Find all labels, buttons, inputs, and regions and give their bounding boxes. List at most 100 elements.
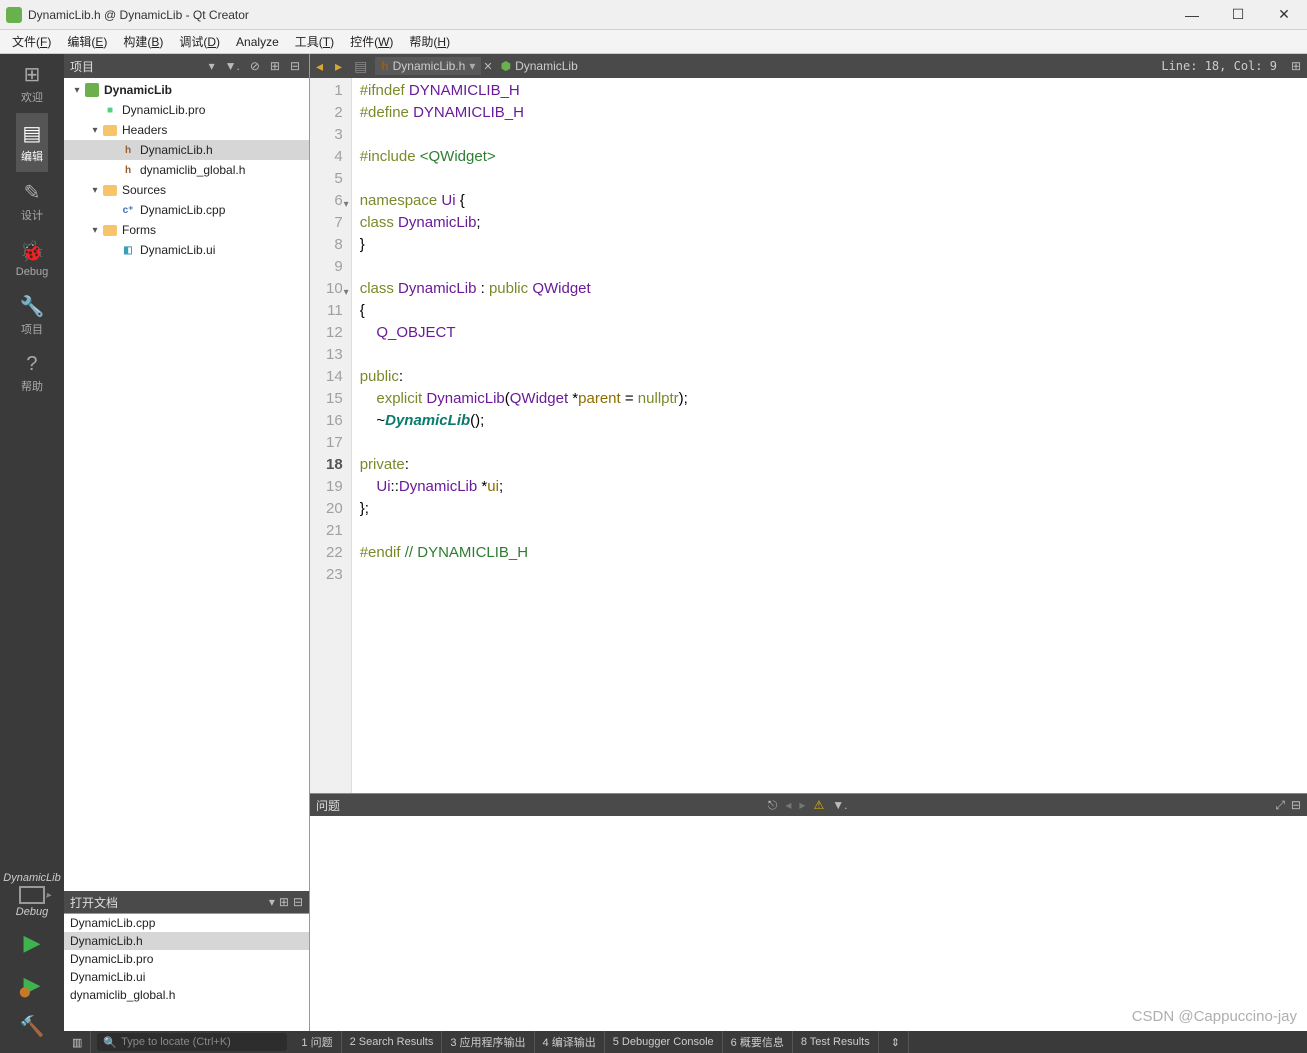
tree-node[interactable]: ▾Sources	[64, 180, 309, 200]
file-tab[interactable]: h DynamicLib.h ▾	[375, 57, 481, 75]
code-line[interactable]	[360, 344, 688, 366]
run-button[interactable]: ▶	[24, 930, 41, 956]
line-number-gutter[interactable]: 123456▾78910▾11121314151617181920212223	[310, 78, 352, 793]
add-split-icon[interactable]: ⊞	[279, 895, 289, 909]
code-line[interactable]: explicit DynamicLib(QWidget *parent = nu…	[360, 388, 688, 410]
line-number[interactable]: 11	[326, 300, 343, 322]
line-number[interactable]: 3	[326, 124, 343, 146]
nav-forward-button[interactable]: ▸	[329, 58, 348, 75]
code-line[interactable]: public:	[360, 366, 688, 388]
toggle-sidebar-button[interactable]: ▥	[64, 1031, 91, 1053]
line-number[interactable]: 12	[326, 322, 343, 344]
line-number[interactable]: 22	[326, 542, 343, 564]
menu-item[interactable]: 文件(F)	[4, 31, 59, 52]
warning-icon[interactable]: ⚠	[813, 798, 824, 812]
line-number[interactable]: 6▾	[326, 190, 343, 212]
open-documents-list[interactable]: DynamicLib.cppDynamicLib.hDynamicLib.pro…	[64, 913, 309, 1031]
tree-node[interactable]: c⁺DynamicLib.cpp	[64, 200, 309, 220]
pane-dropdown-icon[interactable]: ▾	[269, 895, 275, 909]
code-line[interactable]: };	[360, 498, 688, 520]
close-button[interactable]: ✕	[1261, 0, 1307, 30]
line-number[interactable]: 8	[326, 234, 343, 256]
tree-node[interactable]: hdynamiclib_global.h	[64, 160, 309, 180]
tab-close-icon[interactable]: ✕	[483, 60, 492, 73]
line-number[interactable]: 21	[326, 520, 343, 542]
mode-设计[interactable]: ✎设计	[16, 172, 48, 231]
code-line[interactable]	[360, 124, 688, 146]
tree-node[interactable]: hDynamicLib.h	[64, 140, 309, 160]
filter-icon[interactable]: ⎋	[768, 798, 778, 813]
open-doc-item[interactable]: dynamiclib_global.h	[64, 986, 309, 1004]
build-button[interactable]: 🔨	[20, 1014, 45, 1039]
output-tab[interactable]: 1 问题	[293, 1031, 341, 1053]
open-doc-item[interactable]: DynamicLib.ui	[64, 968, 309, 986]
line-number[interactable]: 14	[326, 366, 343, 388]
menu-item[interactable]: Analyze	[228, 33, 287, 51]
mode-欢迎[interactable]: ⊞欢迎	[16, 54, 48, 113]
output-tab[interactable]: 2 Search Results	[342, 1031, 443, 1053]
line-number[interactable]: 2	[326, 102, 343, 124]
code-line[interactable]	[360, 168, 688, 190]
run-debug-button[interactable]: ▶⬤	[24, 972, 41, 998]
nav-next-icon[interactable]: ▸	[799, 798, 805, 812]
close-pane-icon[interactable]: ⊟	[293, 895, 303, 909]
locator-input[interactable]: 🔍 Type to locate (Ctrl+K)	[97, 1033, 287, 1051]
menu-item[interactable]: 编辑(E)	[59, 31, 115, 52]
output-tab[interactable]: 4 编译输出	[535, 1031, 605, 1053]
code-line[interactable]: #ifndef DYNAMICLIB_H	[360, 80, 688, 102]
add-split-icon[interactable]: ⊞	[267, 59, 283, 73]
menu-item[interactable]: 控件(W)	[342, 31, 401, 52]
tree-node[interactable]: ▾Headers	[64, 120, 309, 140]
nav-back-button[interactable]: ◂	[310, 58, 329, 75]
line-number[interactable]: 5	[326, 168, 343, 190]
line-number[interactable]: 20	[326, 498, 343, 520]
kit-selector[interactable]: DynamicLib Debug	[3, 868, 60, 922]
line-number[interactable]: 9	[326, 256, 343, 278]
nav-menu-button[interactable]: ▤	[348, 58, 373, 75]
code-line[interactable]: #endif // DYNAMICLIB_H	[360, 542, 688, 564]
code-content[interactable]: #ifndef DYNAMICLIB_H#define DYNAMICLIB_H…	[352, 78, 696, 793]
menu-item[interactable]: 帮助(H)	[401, 31, 458, 52]
filter-funnel-icon[interactable]: ▼.	[832, 798, 847, 812]
mode-Debug[interactable]: 🐞Debug	[16, 231, 48, 286]
project-tree[interactable]: ▾DynamicLib■DynamicLib.pro▾HeadershDynam…	[64, 78, 309, 891]
code-line[interactable]: private:	[360, 454, 688, 476]
code-editor[interactable]: 123456▾78910▾11121314151617181920212223 …	[310, 78, 1307, 793]
line-number[interactable]: 1	[326, 80, 343, 102]
code-line[interactable]: ~DynamicLib();	[360, 410, 688, 432]
close-pane-icon[interactable]: ⊟	[287, 59, 303, 73]
mode-项目[interactable]: 🔧项目	[16, 286, 48, 345]
menu-item[interactable]: 构建(B)	[115, 31, 171, 52]
output-selector-icon[interactable]: ⇕	[883, 1031, 909, 1053]
code-line[interactable]	[360, 564, 688, 586]
minimize-button[interactable]: —	[1169, 0, 1215, 30]
code-line[interactable]: class DynamicLib;	[360, 212, 688, 234]
filter-icon[interactable]: ▼.	[222, 59, 243, 73]
line-number[interactable]: 4	[326, 146, 343, 168]
line-number[interactable]: 23	[326, 564, 343, 586]
open-doc-item[interactable]: DynamicLib.h	[64, 932, 309, 950]
open-doc-item[interactable]: DynamicLib.pro	[64, 950, 309, 968]
code-line[interactable]: namespace Ui {	[360, 190, 688, 212]
line-number[interactable]: 15	[326, 388, 343, 410]
open-doc-item[interactable]: DynamicLib.cpp	[64, 914, 309, 932]
split-editor-icon[interactable]: ⊞	[1285, 59, 1307, 73]
code-line[interactable]	[360, 432, 688, 454]
pane-dropdown-icon[interactable]: ▾	[206, 59, 218, 73]
nav-prev-icon[interactable]: ◂	[785, 798, 791, 812]
output-tab[interactable]: 5 Debugger Console	[605, 1031, 723, 1053]
code-line[interactable]: {	[360, 300, 688, 322]
line-number[interactable]: 10▾	[326, 278, 343, 300]
code-line[interactable]	[360, 256, 688, 278]
close-pane-icon[interactable]: ⊟	[1291, 798, 1301, 813]
code-line[interactable]: class DynamicLib : public QWidget	[360, 278, 688, 300]
code-line[interactable]: #include <QWidget>	[360, 146, 688, 168]
code-line[interactable]: Ui::DynamicLib *ui;	[360, 476, 688, 498]
tree-node[interactable]: ■DynamicLib.pro	[64, 100, 309, 120]
line-number[interactable]: 7	[326, 212, 343, 234]
tree-node[interactable]: ▾DynamicLib	[64, 80, 309, 100]
code-line[interactable]: #define DYNAMICLIB_H	[360, 102, 688, 124]
chevron-down-icon[interactable]: ▾	[469, 59, 475, 73]
issues-list[interactable]	[310, 816, 1307, 1031]
output-tab[interactable]: 6 概要信息	[723, 1031, 793, 1053]
